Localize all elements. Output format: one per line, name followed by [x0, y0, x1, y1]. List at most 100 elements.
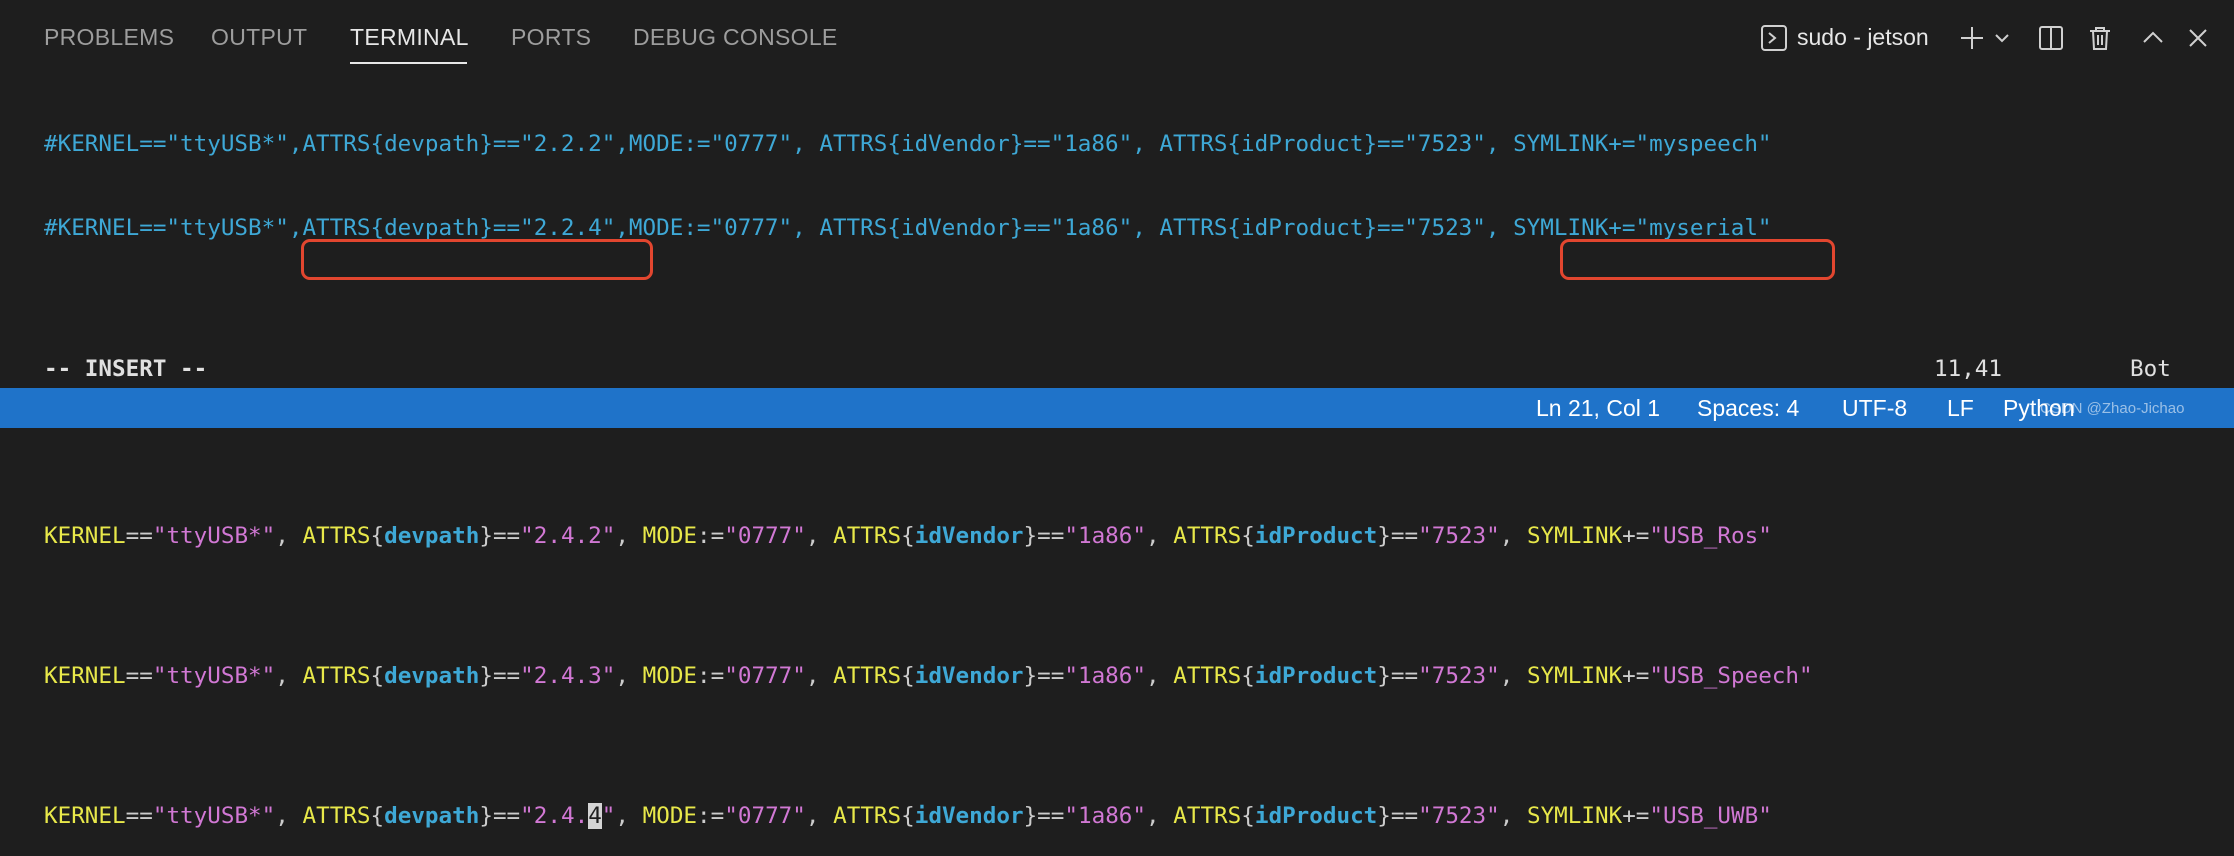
separator: , [1499, 523, 1527, 549]
idproduct-value: "7523" [1418, 663, 1500, 689]
brace: { [370, 803, 385, 829]
brace: { [1241, 523, 1255, 549]
text-cursor: 4 [588, 803, 602, 829]
separator: , [805, 803, 834, 829]
devpath-value: "2.4.2" [520, 523, 616, 549]
kernel-value: "ttyUSB*" [152, 663, 276, 689]
chevron-up-icon[interactable] [2141, 26, 2165, 55]
brace: } [1023, 803, 1038, 829]
attrs-key: ATTRS [302, 803, 371, 829]
symlink-value: "USB_Speech" [1649, 663, 1813, 689]
idvendor-key: idVendor [914, 803, 1024, 829]
separator: , [1146, 663, 1174, 689]
kernel-key: KERNEL [44, 523, 126, 549]
brace: { [1241, 803, 1255, 829]
brace: { [370, 523, 385, 549]
brace: { [901, 523, 915, 549]
idvendor-value: "1a86" [1064, 523, 1146, 549]
close-icon[interactable] [2186, 26, 2210, 55]
separator: , [615, 803, 643, 829]
idvendor-value: "1a86" [1064, 663, 1146, 689]
idvendor-key: idVendor [914, 663, 1024, 689]
brace: { [370, 663, 385, 689]
udev-rule-line: KERNEL=="ttyUSB*", ATTRS{devpath}=="2.4.… [44, 802, 1813, 830]
tab-debug-console[interactable]: DEBUG CONSOLE [633, 24, 838, 51]
brace: { [1241, 663, 1255, 689]
active-tab-indicator [350, 62, 467, 64]
separator: , [1146, 803, 1174, 829]
operator: == [1037, 663, 1065, 689]
terminal-icon[interactable] [1760, 24, 1788, 57]
attrs-key: ATTRS [833, 803, 902, 829]
kernel-key: KERNEL [44, 803, 126, 829]
idvendor-value: "1a86" [1064, 803, 1147, 829]
attrs-key: ATTRS [833, 523, 902, 549]
status-indentation[interactable]: Spaces: 4 [1697, 395, 1799, 422]
kernel-key: KERNEL [44, 663, 126, 689]
operator: == [125, 803, 153, 829]
symlink-highlight-box [1560, 239, 1835, 280]
separator: , [615, 523, 643, 549]
terminal-content[interactable]: #KERNEL=="ttyUSB*",ATTRS{devpath}=="2.2.… [44, 74, 1813, 856]
status-encoding[interactable]: UTF-8 [1842, 395, 1907, 422]
operator: == [492, 803, 521, 829]
brace: } [1377, 803, 1391, 829]
cursor-position: 11,41 [1934, 356, 2003, 382]
operator: == [1390, 803, 1419, 829]
separator: , [1499, 663, 1527, 689]
devpath-key: devpath [384, 523, 480, 549]
trash-icon[interactable] [2086, 24, 2114, 57]
brace: { [901, 663, 915, 689]
devpath-key: devpath [384, 663, 480, 689]
operator: := [697, 663, 725, 689]
operator: += [1622, 803, 1650, 829]
brace: { [901, 803, 915, 829]
brace: } [479, 663, 493, 689]
separator: , [805, 663, 834, 689]
mode-key: MODE [642, 523, 698, 549]
operator: == [125, 663, 153, 689]
separator: , [1146, 523, 1174, 549]
attrs-key: ATTRS [302, 663, 371, 689]
devpath-highlight-box [301, 239, 653, 280]
operator: += [1622, 523, 1650, 549]
brace: } [479, 523, 493, 549]
tab-output[interactable]: OUTPUT [211, 24, 307, 51]
comment-line: #KERNEL=="ttyUSB*",ATTRS{devpath}=="2.2.… [44, 131, 1772, 157]
status-eol[interactable]: LF [1947, 395, 1974, 422]
operator: == [1037, 523, 1065, 549]
tab-ports[interactable]: PORTS [511, 24, 591, 51]
brace: } [1023, 523, 1038, 549]
split-icon[interactable] [2037, 24, 2065, 57]
devpath-value-end: " [601, 803, 616, 829]
tab-problems[interactable]: PROBLEMS [44, 24, 174, 51]
mode-value: "0777" [724, 663, 806, 689]
chevron-down-icon[interactable] [1994, 30, 2010, 51]
devpath-value: "2.4. [520, 803, 589, 829]
operator: == [125, 523, 153, 549]
terminal-name[interactable]: sudo - jetson [1797, 24, 1929, 51]
idproduct-key: idProduct [1254, 523, 1378, 549]
attrs-key: ATTRS [1173, 803, 1242, 829]
brace: } [1377, 663, 1391, 689]
mode-key: MODE [642, 663, 698, 689]
brace: } [1377, 523, 1391, 549]
symlink-key: SYMLINK [1526, 663, 1623, 689]
plus-icon[interactable] [1958, 24, 1986, 57]
status-line-col[interactable]: Ln 21, Col 1 [1536, 395, 1660, 422]
attrs-key: ATTRS [1173, 523, 1242, 549]
panel-tab-bar: PROBLEMS OUTPUT TERMINAL PORTS DEBUG CON… [0, 0, 2234, 72]
idproduct-key: idProduct [1254, 803, 1378, 829]
separator: , [615, 663, 643, 689]
vim-mode-indicator: -- INSERT -- [44, 356, 208, 382]
brace: } [1023, 663, 1038, 689]
operator: := [697, 803, 725, 829]
operator: == [492, 663, 521, 689]
tab-terminal[interactable]: TERMINAL [350, 24, 469, 51]
mode-key: MODE [642, 803, 698, 829]
status-bar: Ln 21, Col 1 Spaces: 4 UTF-8 LF Python C… [0, 388, 2234, 428]
attrs-key: ATTRS [302, 523, 371, 549]
operator: += [1622, 663, 1650, 689]
comment-line: #KERNEL=="ttyUSB*",ATTRS{devpath}=="2.2.… [44, 215, 1772, 241]
